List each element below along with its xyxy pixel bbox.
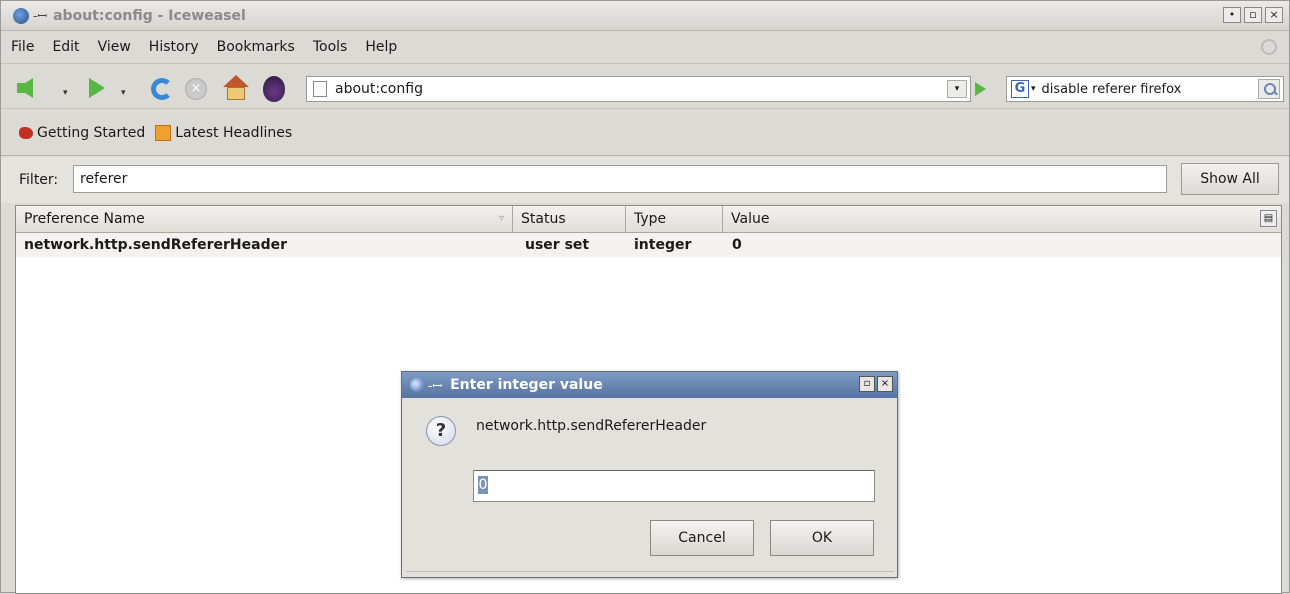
sort-indicator-icon: ▿ — [498, 213, 504, 224]
dialog-close-button[interactable]: × — [877, 376, 893, 392]
dialog-title: Enter integer value — [450, 377, 603, 393]
dialog-window-controls: ▫ × — [859, 376, 893, 392]
menu-history[interactable]: History — [149, 39, 199, 55]
table-header: Preference Name ▿ Status Type Value ▤ — [16, 206, 1281, 233]
filter-input[interactable] — [73, 165, 1167, 193]
column-label: Preference Name — [24, 211, 145, 227]
minimize-button[interactable]: • — [1223, 7, 1241, 23]
bookmarks-toolbar: Getting Started Latest Headlines — [1, 110, 1289, 156]
tor-onion-icon[interactable] — [263, 76, 285, 102]
integer-value-input[interactable] — [473, 470, 875, 502]
filter-row: Filter: Show All — [1, 157, 1289, 203]
bookmark-label: Latest Headlines — [175, 124, 293, 141]
dialog-app-icon — [410, 378, 424, 392]
dialog-pin-icon[interactable]: -ꟷ — [428, 377, 442, 394]
throbber-icon — [1261, 39, 1277, 55]
home-icon[interactable] — [223, 75, 249, 101]
page-icon — [313, 81, 327, 97]
close-button[interactable]: × — [1265, 7, 1283, 23]
url-history-dropdown-icon[interactable]: ▾ — [947, 80, 967, 98]
getting-started-icon — [19, 126, 33, 139]
question-icon: ? — [426, 416, 456, 446]
search-engine-icon[interactable]: G — [1011, 80, 1029, 98]
cell-type: integer — [634, 237, 692, 253]
title-bar: -ꟷ about:config - Iceweasel • ▫ × — [1, 1, 1289, 31]
window-controls: • ▫ × — [1223, 7, 1283, 23]
dialog-maximize-button[interactable]: ▫ — [859, 376, 875, 392]
cell-name: network.http.sendRefererHeader — [24, 237, 287, 253]
url-input[interactable] — [335, 81, 935, 97]
stop-icon[interactable]: × — [185, 78, 207, 100]
forward-arrow-icon[interactable] — [89, 78, 105, 98]
table-row[interactable]: network.http.sendRefererHeader user set … — [16, 233, 1281, 257]
bookmark-latest-headlines[interactable]: Latest Headlines — [155, 124, 293, 141]
menu-tools[interactable]: Tools — [313, 39, 348, 55]
reload-icon[interactable] — [151, 78, 173, 100]
bookmark-label: Getting Started — [37, 124, 146, 141]
enter-integer-dialog: -ꟷ Enter integer value ▫ × ? network.htt… — [401, 371, 898, 578]
menu-view[interactable]: View — [98, 39, 131, 55]
navigation-toolbar: ▾ ▾ × ▾ G ▾ — [1, 63, 1289, 109]
dialog-message: network.http.sendRefererHeader — [476, 418, 707, 434]
maximize-button[interactable]: ▫ — [1244, 7, 1262, 23]
bookmark-getting-started[interactable]: Getting Started — [19, 125, 145, 141]
search-icon[interactable] — [1258, 79, 1280, 99]
cell-status: user set — [525, 237, 590, 253]
forward-dropdown-icon[interactable]: ▾ — [121, 88, 126, 98]
iceweasel-icon — [13, 7, 29, 24]
column-header-preference-name[interactable]: Preference Name ▿ — [16, 206, 513, 232]
search-input[interactable] — [1041, 81, 1237, 97]
rss-feed-icon — [155, 124, 172, 141]
menu-help[interactable]: Help — [365, 39, 397, 55]
pin-icon[interactable]: -ꟷ — [33, 7, 47, 24]
filter-label: Filter: — [19, 172, 59, 188]
window-title: about:config - Iceweasel — [53, 7, 246, 24]
cancel-button[interactable]: Cancel — [650, 520, 754, 556]
menu-edit[interactable]: Edit — [52, 39, 79, 55]
menu-bookmarks[interactable]: Bookmarks — [217, 39, 295, 55]
back-arrow-icon[interactable] — [17, 78, 33, 98]
dialog-footer-divider — [406, 571, 894, 575]
menu-file[interactable]: File — [11, 39, 34, 55]
column-header-value[interactable]: Value — [723, 206, 1259, 232]
go-arrow-icon[interactable] — [975, 82, 986, 96]
url-bar[interactable] — [306, 76, 971, 102]
browser-window: -ꟷ about:config - Iceweasel • ▫ × File E… — [0, 0, 1290, 594]
selected-value-text: 0 — [478, 476, 488, 494]
show-all-button[interactable]: Show All — [1181, 163, 1279, 195]
search-bar[interactable]: G ▾ — [1006, 76, 1284, 102]
dialog-title-bar: -ꟷ Enter integer value ▫ × — [402, 372, 897, 398]
engine-dropdown-icon[interactable]: ▾ — [1031, 84, 1036, 94]
back-dropdown-icon[interactable]: ▾ — [63, 88, 68, 98]
menu-bar: File Edit View History Bookmarks Tools H… — [1, 32, 1289, 62]
cell-value: 0 — [732, 237, 742, 253]
column-header-type[interactable]: Type — [626, 206, 723, 232]
ok-button[interactable]: OK — [770, 520, 874, 556]
column-header-status[interactable]: Status — [513, 206, 626, 232]
column-picker-icon[interactable]: ▤ — [1260, 210, 1277, 227]
